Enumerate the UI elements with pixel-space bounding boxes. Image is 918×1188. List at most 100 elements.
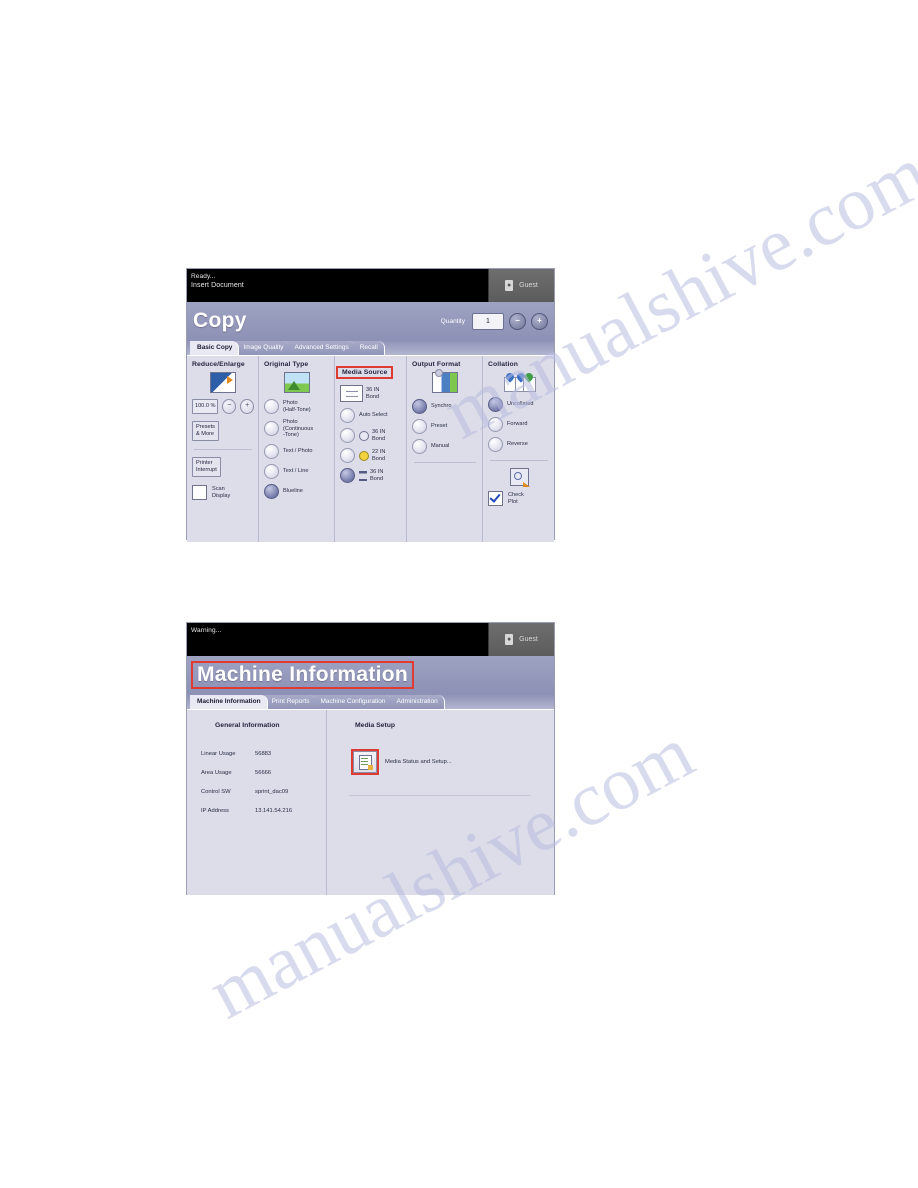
synchro-label: Synchro: [431, 403, 452, 410]
printer-interrupt-line-1: Printer: [196, 460, 213, 466]
media-36in-cut-labelgroup: 36 IN Bond: [359, 469, 383, 482]
option-synchro[interactable]: Synchro: [412, 399, 478, 414]
ip-address-key: IP Address: [201, 808, 229, 814]
media-36in-roll-line-1: 36 IN: [372, 429, 386, 435]
control-sw-value: sprint_dac09: [255, 789, 289, 795]
reduce-enlarge-divider: [194, 449, 252, 450]
option-manual[interactable]: Manual: [412, 439, 478, 454]
scan-display-row[interactable]: Scan Display: [192, 485, 254, 500]
reverse-label: Reverse: [507, 441, 528, 448]
info-row-control-sw: Control SW sprint_dac09: [187, 789, 326, 795]
option-media-36in-cut[interactable]: 36 IN Bond: [340, 468, 402, 483]
copy-screen-panel: Ready... Insert Document ● Guest Copy Qu…: [186, 268, 555, 542]
check-plot-icon[interactable]: [509, 468, 530, 487]
synchro-radio[interactable]: [412, 399, 427, 414]
uncollated-radio[interactable]: [488, 397, 503, 412]
media-22in-labelgroup: 22 IN Bond: [359, 449, 385, 462]
media-22in-label: 22 IN Bond: [372, 449, 385, 462]
media-status-and-setup-row[interactable]: Media Status and Setup...: [327, 749, 554, 775]
info-guest-button[interactable]: ● Guest: [488, 623, 554, 656]
option-uncollated[interactable]: Uncollated: [488, 397, 550, 412]
scan-display-label: Scan Display: [212, 486, 230, 499]
text-photo-label: Text / Photo: [283, 447, 313, 454]
option-text-line[interactable]: Text / Line: [264, 463, 330, 479]
column-media-source: Media Source 36 IN Bond Auto Select 36 I…: [335, 356, 407, 542]
quantity-decrement-button[interactable]: −: [509, 312, 526, 330]
option-preset[interactable]: Preset: [412, 419, 478, 434]
media-36in-cut-line-2: Bond: [370, 475, 384, 482]
option-photo-continuous-tone[interactable]: Photo (Continuous -Tone): [264, 419, 330, 439]
quantity-input[interactable]: 1: [472, 312, 504, 330]
photo-halftone-radio[interactable]: [264, 399, 279, 414]
media-36in-roll-line-2: Bond: [372, 435, 386, 442]
zoom-percent-value[interactable]: 100.0 %: [192, 399, 219, 414]
auto-select-radio[interactable]: [340, 408, 355, 423]
quantity-increment-button[interactable]: +: [531, 312, 548, 330]
media-roll-icon: [340, 385, 363, 402]
quantity-stepper: Quantity 1 − +: [441, 312, 548, 330]
scan-display-checkbox[interactable]: [192, 485, 207, 500]
reduce-enlarge-heading: Reduce/Enlarge: [192, 361, 245, 368]
control-sw-key: Control SW: [201, 789, 231, 795]
text-photo-radio[interactable]: [264, 443, 279, 459]
tab-basic-copy[interactable]: Basic Copy: [190, 341, 240, 355]
tab-image-quality[interactable]: Image Quality: [236, 341, 291, 355]
collation-divider: [490, 460, 548, 461]
zoom-decrement-button[interactable]: −: [222, 399, 237, 414]
roll-icon: [359, 430, 369, 441]
manual-radio[interactable]: [412, 439, 427, 454]
option-blueline[interactable]: Blueline: [264, 483, 330, 499]
scan-display-line-2: Display: [212, 492, 231, 499]
option-text-photo[interactable]: Text / Photo: [264, 443, 330, 459]
blueline-label: Blueline: [283, 487, 303, 494]
media-22in-radio[interactable]: [340, 448, 355, 463]
media-status-icon[interactable]: [351, 749, 379, 775]
column-original-type: Original Type Photo (Half-Tone) Photo (C…: [259, 356, 335, 542]
option-photo-halftone[interactable]: Photo (Half-Tone): [264, 399, 330, 414]
tab-print-reports[interactable]: Print Reports: [264, 695, 317, 709]
tab-recall[interactable]: Recall: [352, 341, 385, 355]
media-setup-section: Media Setup Media Status and Setup...: [327, 710, 554, 895]
zoom-increment-button[interactable]: +: [240, 399, 255, 414]
option-media-22in[interactable]: 22 IN Bond: [340, 448, 402, 463]
photo-continuous-radio[interactable]: [264, 421, 279, 437]
forward-radio[interactable]: [488, 417, 503, 432]
option-auto-select[interactable]: Auto Select: [340, 408, 402, 423]
user-badge-icon: ●: [505, 280, 514, 291]
option-media-36in-roll[interactable]: 36 IN Bond: [340, 428, 402, 443]
tab-machine-configuration[interactable]: Machine Configuration: [313, 695, 393, 709]
option-forward[interactable]: Forward: [488, 417, 550, 432]
current-media-row: 36 IN Bond: [340, 385, 402, 402]
reverse-radio[interactable]: [488, 437, 503, 452]
media-36in-roll-radio[interactable]: [340, 428, 355, 443]
copy-status-line-2: Insert Document: [191, 282, 244, 289]
media-22in-line-2: Bond: [372, 455, 386, 462]
photo-halftone-line-2: (Half-Tone): [283, 406, 311, 413]
tab-advanced-settings[interactable]: Advanced Settings: [287, 341, 356, 355]
copy-status-messages: Ready... Insert Document: [187, 269, 488, 302]
general-information-section: General Information Linear Usage 56883 A…: [187, 710, 327, 895]
tab-administration[interactable]: Administration: [389, 695, 445, 709]
media-36in-cut-radio[interactable]: [340, 468, 355, 483]
option-reverse[interactable]: Reverse: [488, 437, 550, 452]
presets-and-more-button[interactable]: Presets & More: [192, 421, 219, 441]
copy-guest-button[interactable]: ● Guest: [488, 269, 554, 302]
output-format-heading: Output Format: [412, 361, 461, 368]
info-status-line-1: Warning...: [191, 627, 222, 634]
area-usage-value: 56666: [255, 770, 272, 776]
scan-display-line-1: Scan: [212, 486, 225, 492]
info-row-area-usage: Area Usage 56666: [187, 770, 326, 776]
tab-machine-information[interactable]: Machine Information: [190, 695, 268, 709]
roll-yellow-icon: [359, 450, 369, 461]
copy-title-band: Copy Quantity 1 − +: [187, 302, 554, 340]
check-plot-row[interactable]: Check Plot: [488, 491, 550, 506]
blueline-radio[interactable]: [264, 483, 279, 499]
document-icon: [359, 755, 373, 770]
check-plot-checkbox[interactable]: [488, 491, 503, 506]
current-media-label: 36 IN Bond: [366, 387, 379, 400]
printer-interrupt-button[interactable]: Printer Interrupt: [192, 457, 221, 477]
preset-radio[interactable]: [412, 419, 427, 434]
info-body: General Information Linear Usage 56883 A…: [187, 709, 554, 895]
info-row-ip-address: IP Address 13.141.54.216: [187, 808, 326, 814]
text-line-radio[interactable]: [264, 463, 279, 479]
